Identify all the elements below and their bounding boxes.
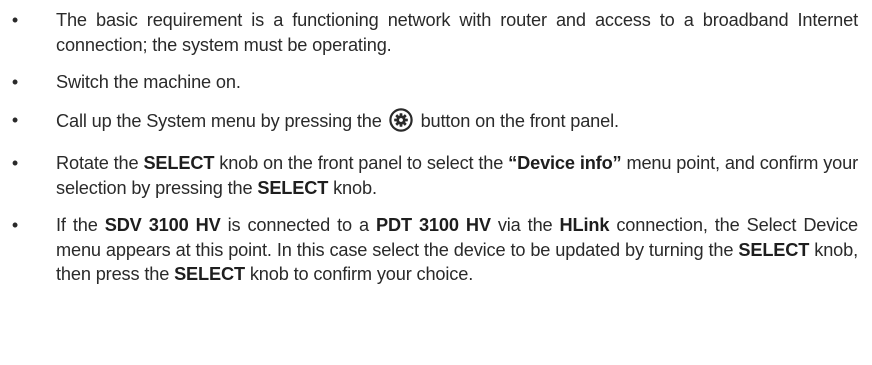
- instruction-list: • The basic requirement is a functioning…: [0, 8, 858, 287]
- select-knob-label: SELECT: [174, 264, 245, 284]
- item-text: The basic requirement is a functioning n…: [56, 10, 858, 55]
- item-text: knob to confirm your choice.: [244, 264, 474, 284]
- list-item: • Rotate the SELECT knob on the front pan…: [0, 151, 858, 200]
- bullet-marker: •: [11, 215, 19, 235]
- item-text: Switch the machine on.: [56, 72, 241, 92]
- device-name: SDV 3100 HV: [104, 215, 221, 235]
- list-item: • If the SDV 3100 HV is connected to a PD…: [0, 213, 858, 287]
- device-name: PDT 3100 HV: [375, 215, 491, 235]
- select-knob-label: SELECT: [143, 153, 215, 173]
- bullet-marker: •: [11, 109, 19, 130]
- item-text: knob.: [328, 177, 377, 198]
- connection-name: HLink: [559, 215, 610, 235]
- select-knob-label: SELECT: [257, 177, 329, 198]
- settings-gear-icon: [388, 107, 413, 139]
- item-text: If the: [56, 215, 105, 235]
- menu-point-label: “Device info”: [508, 153, 622, 173]
- bullet-marker: •: [11, 72, 19, 92]
- item-text: knob on the front panel to select the: [214, 153, 509, 173]
- item-text: via the: [490, 215, 560, 235]
- bullet-marker: •: [11, 10, 19, 30]
- list-item: • Call up the System menu by pressing th…: [0, 107, 858, 139]
- list-item: • The basic requirement is a functioning…: [0, 8, 858, 57]
- instruction-page: • The basic requirement is a functioning…: [0, 0, 872, 365]
- select-knob-label: SELECT: [738, 239, 810, 260]
- item-text: Rotate the: [56, 153, 144, 173]
- item-text: is connected to a: [220, 215, 376, 235]
- item-text-before: Call up the System menu by pressing the: [56, 110, 382, 131]
- bullet-marker: •: [11, 153, 19, 173]
- item-text-after: button on the front panel.: [420, 110, 619, 131]
- list-item: • Switch the machine on.: [0, 70, 858, 95]
